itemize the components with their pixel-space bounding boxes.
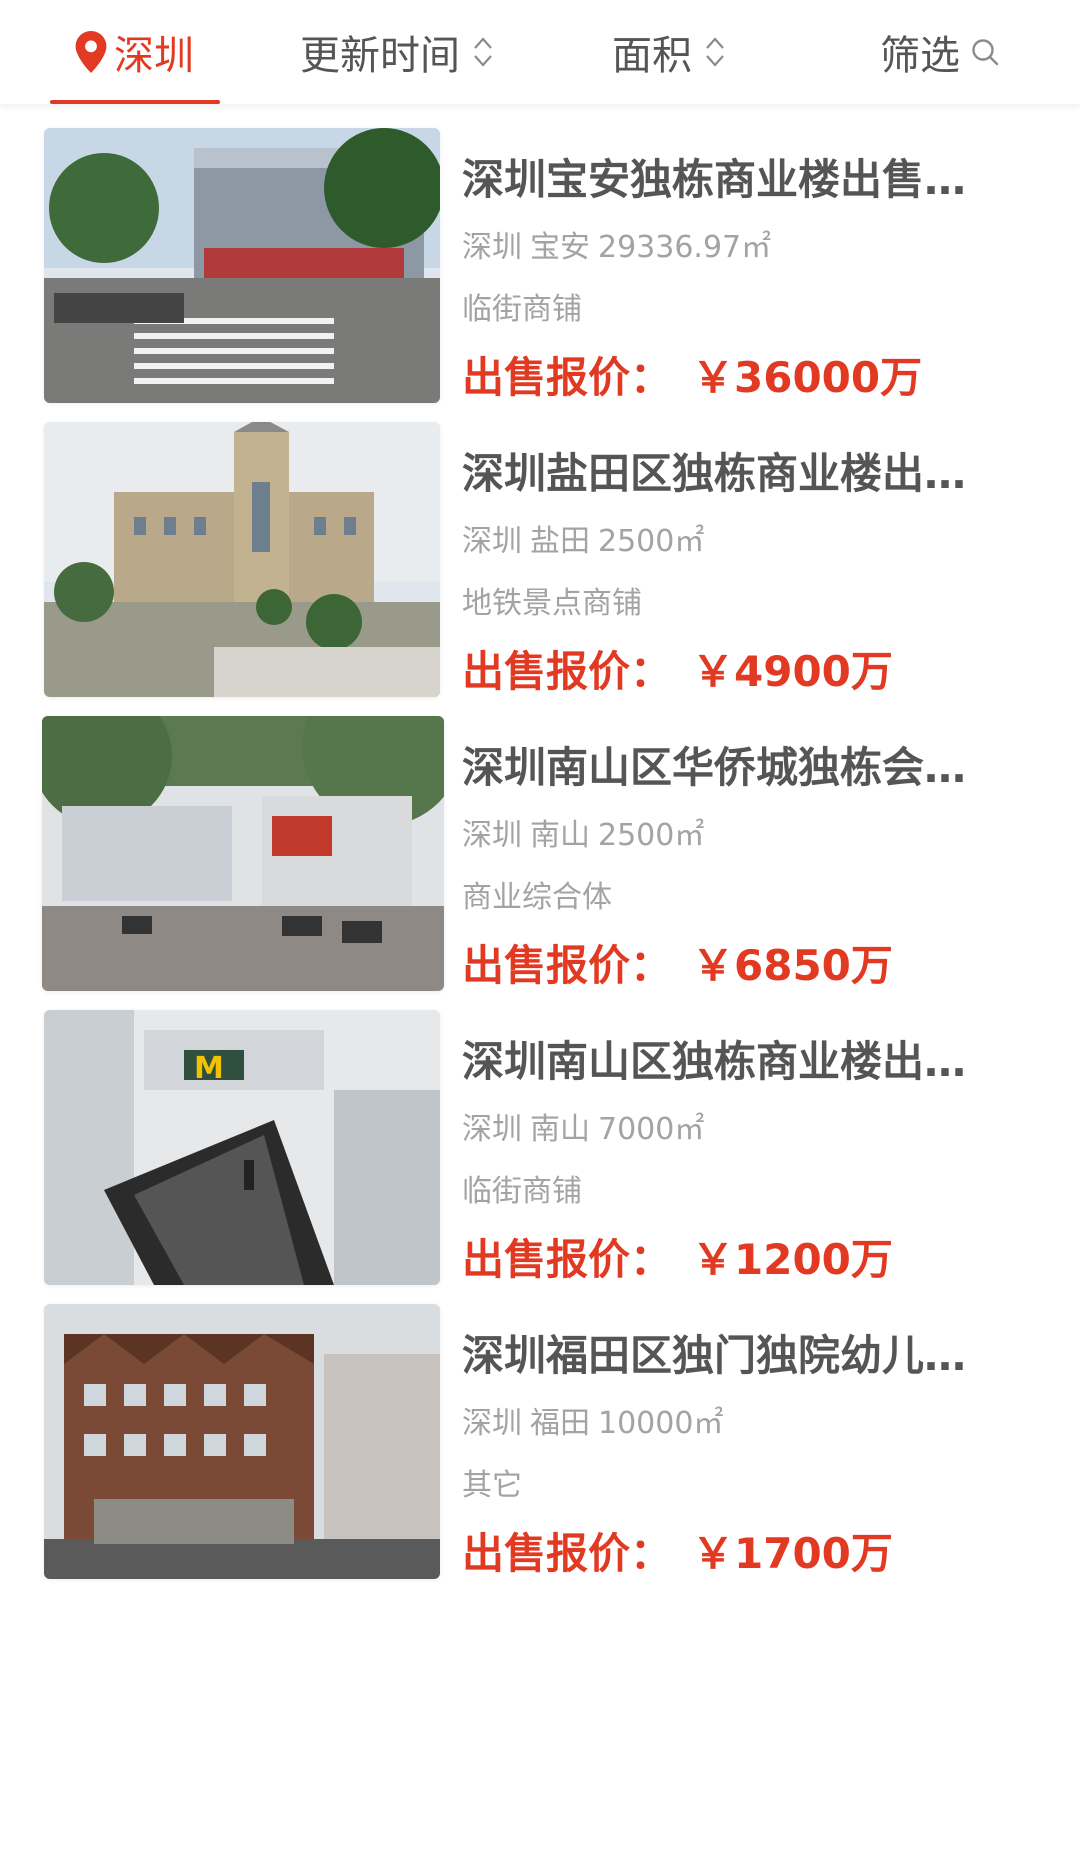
active-tab-indicator [50,100,220,104]
sort-toggle-icon [474,37,492,67]
svg-text:M: M [194,1051,224,1086]
listing-title: 深圳南山区独栋商业楼出… [462,1037,967,1086]
listing-area: 2500㎡ [598,524,705,559]
listing-title: 深圳盐田区独栋商业楼出… [462,449,967,498]
listing-district: 盐田 [530,524,590,559]
listing-district: 南山 [530,818,590,853]
listing-district: 宝安 [530,230,590,265]
price-label: 出售报价： [462,941,673,990]
price-label: 出售报价： [462,1529,673,1578]
sort-toggle-icon [706,37,724,67]
sort-area-label: 面积 [612,33,692,79]
price-value: ￥4900万 [692,647,893,696]
sort-by-area[interactable]: 面积 [612,0,726,104]
listing-category: 商业综合体 [462,880,612,915]
listing-photo [44,128,440,403]
price-value: ￥6850万 [692,941,893,990]
listing-city: 深圳 [462,1406,522,1441]
listing-area: 2500㎡ [598,818,705,853]
listing-district: 福田 [530,1406,590,1441]
city-selector[interactable]: 深圳 [74,0,194,104]
price-value: ￥36000万 [692,353,923,402]
price-label: 出售报价： [462,1235,673,1284]
listing-meta: 深圳 南山 2500㎡ [462,816,704,856]
listing-category: 临街商铺 [462,292,582,327]
listing-price: 出售报价： ￥1700万 [462,1524,893,1584]
listing-title: 深圳南山区华侨城独栋会… [462,743,967,792]
filter-bar: 深圳 更新时间 面积 筛选 [0,0,1080,104]
listing-city: 深圳 [462,818,522,853]
listing-meta: 深圳 南山 7000㎡ [462,1110,704,1150]
listing-city: 深圳 [462,1112,522,1147]
city-label: 深圳 [114,33,194,79]
listing-photo [42,716,444,991]
price-value: ￥1700万 [692,1529,893,1578]
listing-category: 地铁景点商铺 [462,586,642,621]
listing-city: 深圳 [462,524,522,559]
sort-by-update-time[interactable]: 更新时间 [300,0,494,104]
filter-label: 筛选 [880,33,960,79]
listing-title: 深圳宝安独栋商业楼出售… [462,155,967,204]
listing-area: 7000㎡ [598,1112,705,1147]
price-label: 出售报价： [462,353,673,402]
listing-photo [44,1304,440,1579]
listing-photo: M [44,1010,440,1285]
listing-area: 29336.97㎡ [598,230,772,265]
listing-district: 南山 [530,1112,590,1147]
sort-update-label: 更新时间 [300,33,460,79]
listing-category: 临街商铺 [462,1174,582,1209]
listing-city: 深圳 [462,230,522,265]
price-value: ￥1200万 [692,1235,893,1284]
listing-photo [44,422,440,697]
location-pin-icon [75,31,107,73]
filter-button[interactable]: 筛选 [880,0,1000,104]
listing-category: 其它 [462,1468,522,1503]
listing-title: 深圳福田区独门独院幼儿… [462,1331,967,1380]
listing-meta: 深圳 盐田 2500㎡ [462,522,704,562]
listing-card[interactable]: 深圳福田区独门独院幼儿… 深圳 福田 10000㎡ 其它 出售报价： ￥1700万 [0,1280,1080,1630]
listing-area: 10000㎡ [598,1406,724,1441]
listing-meta: 深圳 福田 10000㎡ [462,1404,723,1444]
price-label: 出售报价： [462,647,673,696]
listing-meta: 深圳 宝安 29336.97㎡ [462,228,771,268]
search-icon [972,39,999,66]
